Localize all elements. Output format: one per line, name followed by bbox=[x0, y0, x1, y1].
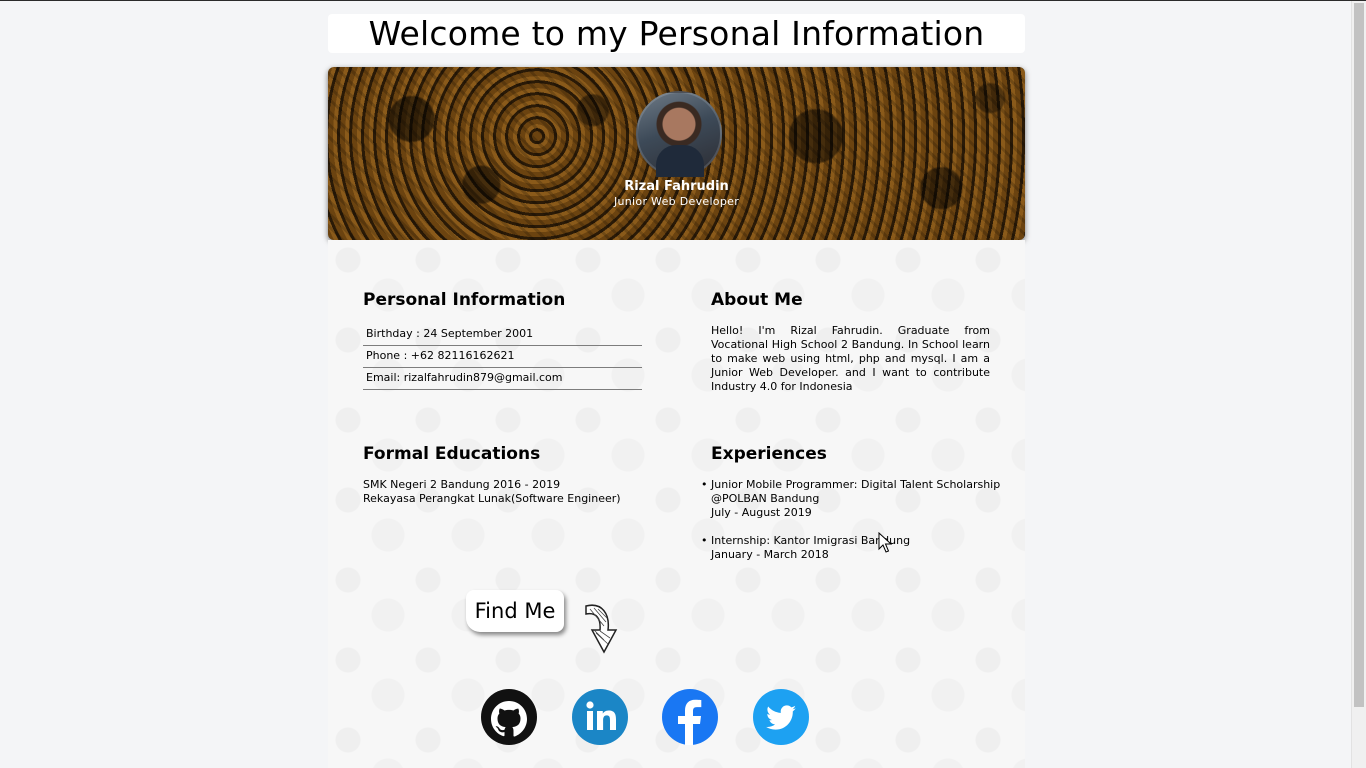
avatar bbox=[636, 91, 722, 177]
education-list: SMK Negeri 2 Bandung 2016 - 2019 Rekayas… bbox=[363, 478, 621, 506]
personal-info-heading: Personal Information bbox=[363, 290, 566, 310]
page-column: Welcome to my Personal Information Rizal… bbox=[328, 0, 1025, 768]
experience-period: July - August 2019 bbox=[711, 506, 812, 519]
twitter-icon bbox=[753, 689, 809, 745]
experience-title: Junior Mobile Programmer: Digital Talent… bbox=[711, 478, 1001, 505]
experience-item: Internship: Kantor Imigrasi Bandung Janu… bbox=[701, 534, 1001, 562]
page-title: Welcome to my Personal Information bbox=[328, 14, 1025, 53]
profile-banner: Rizal Fahrudin Junior Web Developer bbox=[328, 67, 1025, 240]
about-text: Hello! I'm Rizal Fahrudin. Graduate from… bbox=[711, 324, 990, 393]
experience-item: Junior Mobile Programmer: Digital Talent… bbox=[701, 478, 1001, 520]
mouse-cursor-icon bbox=[878, 532, 892, 553]
experiences-heading: Experiences bbox=[711, 444, 827, 464]
about-heading: About Me bbox=[711, 290, 803, 310]
twitter-link[interactable] bbox=[753, 689, 809, 745]
curved-arrow-down-icon bbox=[585, 604, 618, 654]
experiences-list: Junior Mobile Programmer: Digital Talent… bbox=[701, 478, 1001, 576]
github-icon bbox=[481, 689, 537, 745]
scrollbar-thumb[interactable] bbox=[1354, 3, 1364, 707]
facebook-link[interactable] bbox=[662, 689, 718, 745]
experience-title: Internship: Kantor Imigrasi Bandung bbox=[711, 534, 911, 547]
content-area: Personal Information Birthday : 24 Septe… bbox=[328, 240, 1025, 768]
facebook-icon bbox=[662, 689, 718, 745]
profile-name: Rizal Fahrudin bbox=[624, 179, 729, 194]
profile-role: Junior Web Developer bbox=[613, 195, 740, 208]
linkedin-link[interactable] bbox=[572, 689, 628, 745]
linkedin-icon bbox=[572, 689, 628, 745]
info-row-birthday: Birthday : 24 September 2001 bbox=[363, 324, 642, 346]
info-row-email: Email: rizalfahrudin879@gmail.com bbox=[363, 368, 642, 390]
personal-info-table: Birthday : 24 September 2001 Phone : +62… bbox=[363, 324, 642, 390]
education-heading: Formal Educations bbox=[363, 444, 541, 464]
experience-period: January - March 2018 bbox=[711, 548, 829, 561]
info-row-phone: Phone : +62 82116162621 bbox=[363, 346, 642, 368]
find-me-button[interactable]: Find Me bbox=[466, 590, 564, 632]
page-scrollbar[interactable] bbox=[1351, 1, 1366, 768]
github-link[interactable] bbox=[481, 689, 537, 745]
education-line: Rekayasa Perangkat Lunak(Software Engine… bbox=[363, 492, 621, 505]
education-line: SMK Negeri 2 Bandung 2016 - 2019 bbox=[363, 478, 561, 491]
